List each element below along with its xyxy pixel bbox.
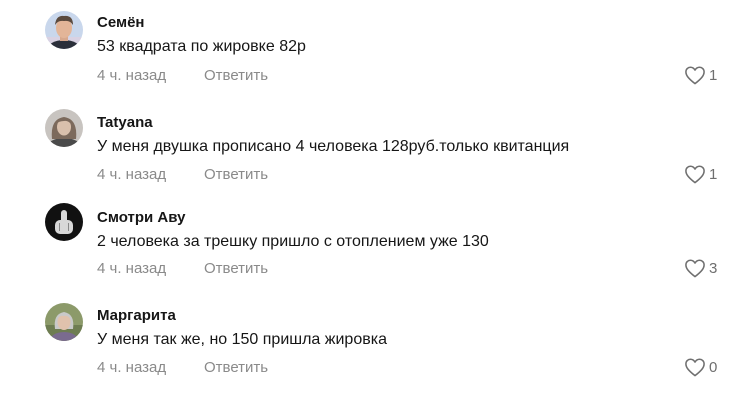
heart-icon <box>685 259 705 278</box>
like-count: 1 <box>709 165 718 183</box>
heart-icon <box>685 165 705 184</box>
comment-item: Смотри Аву 2 человека за трешку пришло с… <box>0 197 732 293</box>
comment-author[interactable]: Tatyana <box>97 114 153 131</box>
comment-timestamp: 4 ч. назад <box>97 260 167 277</box>
comment-timestamp: 4 ч. назад <box>97 67 167 84</box>
heart-icon <box>685 358 705 377</box>
comment-item: Tatyana У меня двушка прописано 4 челове… <box>0 100 732 196</box>
comment-item: Маргарита У меня так же, но 150 пришла ж… <box>0 296 732 392</box>
avatar[interactable] <box>45 303 83 341</box>
like-count: 3 <box>709 259 718 277</box>
reply-button[interactable]: Ответить <box>204 260 268 277</box>
like-button[interactable]: 0 <box>684 357 717 377</box>
comment-text: У меня двушка прописано 4 человека 128ру… <box>97 138 570 155</box>
comment-timestamp: 4 ч. назад <box>97 166 167 183</box>
reply-button[interactable]: Ответить <box>204 359 268 376</box>
comment-timestamp: 4 ч. назад <box>97 359 167 376</box>
comment-text: 53 квадрата по жировке 82р <box>97 38 306 55</box>
like-button[interactable]: 1 <box>684 65 717 85</box>
reply-button[interactable]: Ответить <box>204 67 268 84</box>
like-count: 1 <box>709 66 718 84</box>
comment-author[interactable]: Семён <box>97 14 144 31</box>
like-button[interactable]: 1 <box>684 164 717 184</box>
heart-icon <box>685 66 705 85</box>
avatar[interactable] <box>45 203 83 241</box>
comment-author[interactable]: Смотри Аву <box>97 209 185 226</box>
avatar[interactable] <box>45 109 83 147</box>
comment-author[interactable]: Маргарита <box>97 307 176 324</box>
comment-item: Семён 53 квадрата по жировке 82р 4 ч. на… <box>0 0 732 96</box>
comment-text: 2 человека за трешку пришло с отоплением… <box>97 233 489 250</box>
reply-button[interactable]: Ответить <box>204 166 268 183</box>
like-count: 0 <box>709 358 718 376</box>
comment-text: У меня так же, но 150 пришла жировка <box>97 331 387 348</box>
like-button[interactable]: 3 <box>684 258 717 278</box>
avatar[interactable] <box>45 11 83 49</box>
